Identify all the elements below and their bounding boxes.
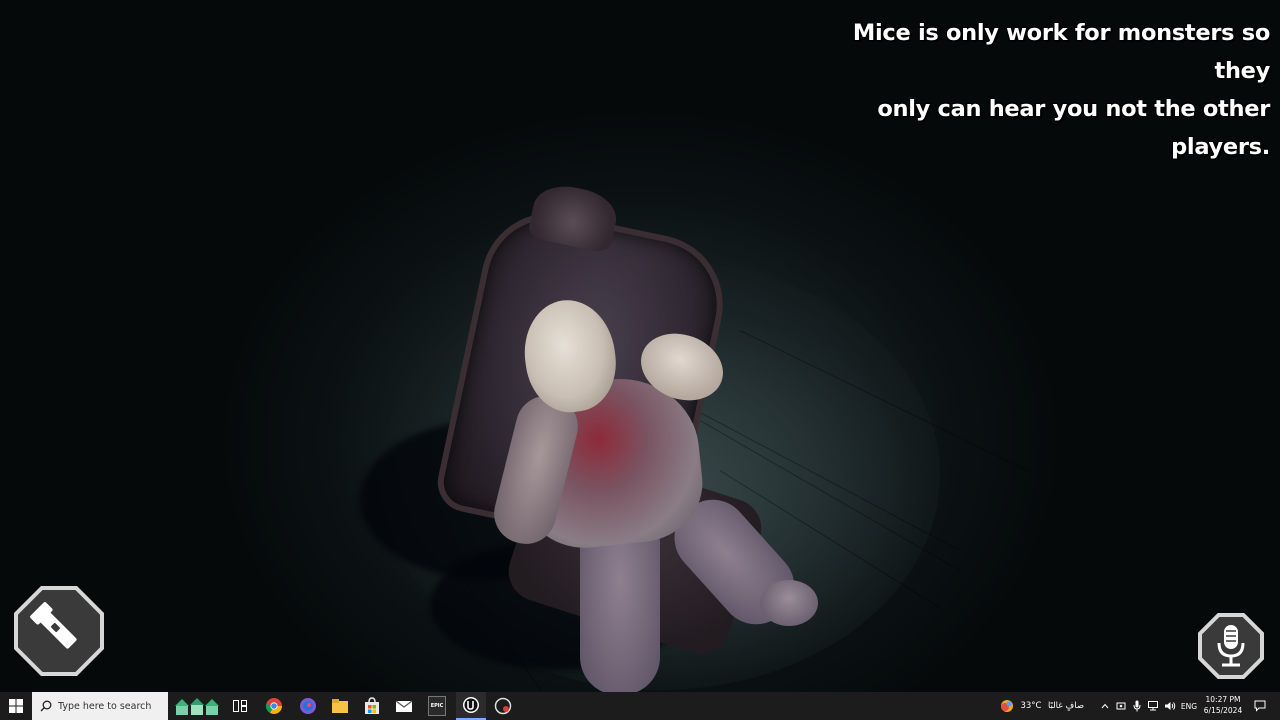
unreal-engine-icon: [463, 697, 479, 713]
clock-date: 6/15/2024: [1203, 706, 1243, 715]
tray-microphone-button[interactable]: [1130, 692, 1144, 720]
weather-icon: [1001, 700, 1013, 712]
tray-app-button[interactable]: [1114, 692, 1128, 720]
mail-icon: [395, 700, 413, 712]
creature-foot: [760, 580, 818, 626]
taskbar-app-unreal[interactable]: [456, 692, 486, 720]
chrome-icon: [265, 698, 282, 714]
language-indicator[interactable]: ENG: [1179, 692, 1199, 720]
taskbar-app-epic[interactable]: EPIC: [422, 692, 452, 720]
microsoft-store-icon: [365, 697, 379, 714]
start-button[interactable]: [0, 692, 32, 720]
file-explorer-icon: [332, 699, 348, 713]
epic-games-icon: EPIC: [430, 703, 444, 709]
hint-text: Mice is only work for monsters so they o…: [800, 14, 1270, 166]
recording-app-icon: [494, 697, 512, 715]
notification-icon: [1254, 700, 1266, 712]
network-button[interactable]: [1146, 692, 1162, 720]
hint-line-2: only can hear you not the other players.: [877, 96, 1270, 160]
taskbar-app-store[interactable]: [356, 692, 388, 720]
weather-widget-icon-wrap[interactable]: [996, 692, 1018, 720]
search-placeholder: Type here to search: [58, 700, 152, 712]
show-hidden-icons-button[interactable]: [1098, 692, 1112, 720]
taskbar-app-mail[interactable]: [388, 692, 420, 720]
weather-description[interactable]: صافٍ غالبًا: [1044, 692, 1088, 720]
windows-taskbar: Type here to search EPIC 33°C صافٍ غالبً…: [0, 692, 1280, 720]
chevron-up-icon: [1101, 703, 1109, 709]
clock-time: 10:27 PM: [1205, 695, 1241, 704]
windows-start-icon: [9, 699, 23, 713]
taskbar-app-chrome[interactable]: [258, 692, 290, 720]
tray-app-icon: [1116, 702, 1126, 710]
flashlight-badge[interactable]: [14, 586, 104, 676]
taskbar-app-explorer[interactable]: [324, 692, 356, 720]
taskbar-app-recorder[interactable]: [488, 692, 518, 720]
houses-illustration-icon: [175, 698, 219, 715]
search-icon: [40, 700, 52, 712]
network-icon: [1148, 701, 1158, 711]
volume-button[interactable]: [1162, 692, 1178, 720]
system-clock[interactable]: 10:27 PM 6/15/2024: [1198, 694, 1248, 716]
hint-line-1: Mice is only work for monsters so they: [852, 20, 1270, 84]
microphone-tray-icon: [1133, 700, 1141, 712]
task-view-icon: [233, 700, 247, 712]
weather-temperature[interactable]: 33°C: [1018, 692, 1044, 720]
task-view-button[interactable]: [228, 692, 252, 720]
microphone-badge[interactable]: [1198, 613, 1264, 679]
search-highlight[interactable]: [172, 692, 222, 720]
microphone-icon: [1217, 625, 1245, 667]
app-icon: [300, 698, 316, 714]
taskbar-search-box[interactable]: Type here to search: [32, 692, 168, 720]
flashlight-icon: [30, 602, 77, 649]
notifications-button[interactable]: [1250, 692, 1270, 720]
volume-icon: [1165, 702, 1176, 710]
taskbar-app-purple[interactable]: [292, 692, 324, 720]
